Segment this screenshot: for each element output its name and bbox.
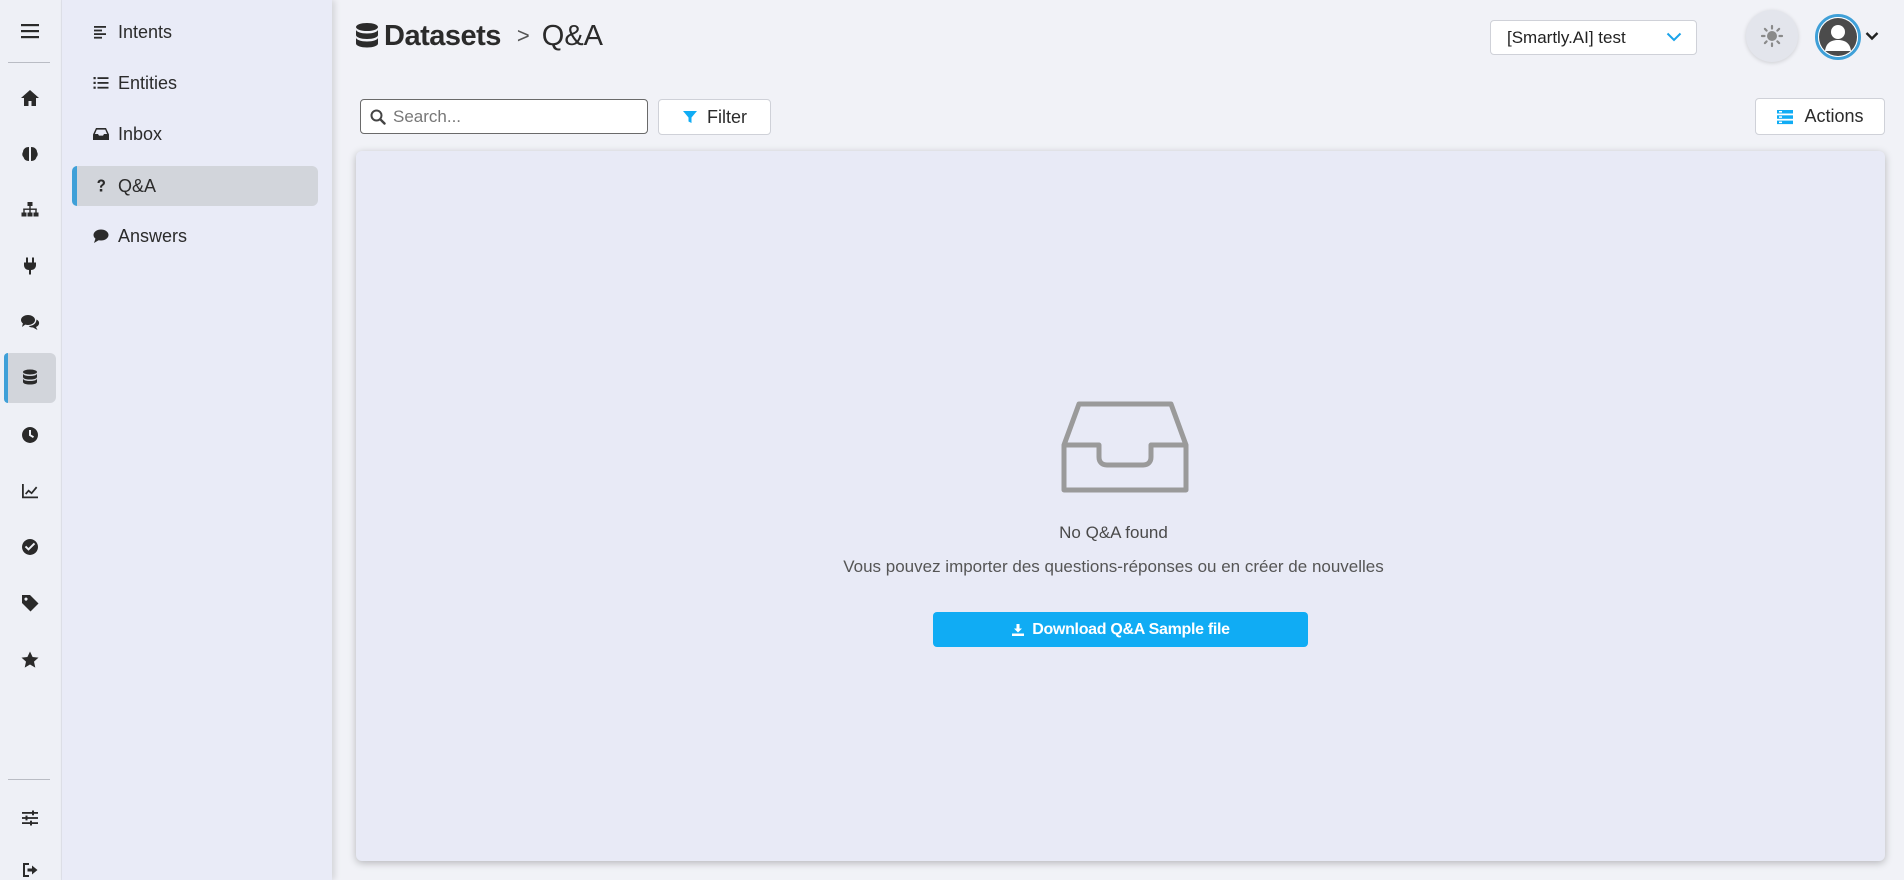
qa-list-panel: No Q&A found Vous pouvez importer des qu… [356,151,1885,861]
sidebar-item-label: Answers [118,225,188,246]
sidebar-item-label: Intents [118,21,173,42]
clock-icon [22,427,39,443]
sliders-icon [22,810,38,826]
nav-analytics[interactable] [4,466,56,516]
datasets-sidebar: Intents Entities Inbox Q&A Answers [62,0,332,880]
filter-button-label: Filter [707,106,747,127]
actions-button[interactable]: Actions [1755,98,1885,135]
search-icon [370,109,386,125]
sidebar-item-entities[interactable]: Entities [72,63,318,103]
rail-divider [8,779,50,780]
align-left-icon [94,26,106,39]
search-input[interactable] [393,106,633,127]
home-icon [21,90,39,106]
rail-divider [8,62,50,63]
chart-line-icon [22,484,38,499]
chevron-down-icon [1666,32,1682,42]
nav-favorites[interactable] [4,635,56,685]
brain-icon [22,147,38,161]
sidebar-item-label: Inbox [118,123,163,144]
sign-out-icon [23,863,38,877]
sitemap-icon [21,202,39,217]
list-icon [93,77,109,89]
nav-home[interactable] [4,73,56,123]
actions-icon [1777,109,1794,124]
download-sample-button[interactable]: Download Q&A Sample file [933,612,1308,647]
sun-icon [1760,24,1784,48]
plug-icon [24,257,36,275]
nav-tags[interactable] [4,578,56,628]
nav-flows[interactable] [4,185,56,235]
tag-icon [22,595,39,612]
avatar[interactable] [1815,14,1861,60]
icon-rail [0,0,62,880]
database-icon [354,21,384,51]
sidebar-item-label: Q&A [118,175,157,196]
nav-validation[interactable] [4,522,56,572]
download-icon [1012,623,1025,636]
sidebar-item-qa[interactable]: Q&A [72,166,318,206]
empty-state-subtitle: Vous pouvez importer des questions-répon… [843,557,1384,576]
nav-brain[interactable] [4,129,56,179]
breadcrumb-section[interactable]: Datasets [384,20,501,53]
menu-button[interactable] [4,6,56,56]
project-select-value: [Smartly.AI] test [1507,27,1626,47]
sidebar-item-label: Entities [118,72,178,93]
nav-datasets[interactable] [4,353,56,403]
nav-history[interactable] [4,410,56,460]
chevron-down-icon[interactable] [1865,31,1879,41]
sidebar-item-intents[interactable]: Intents [72,12,318,52]
breadcrumb: Datasets > Q&A [354,16,603,56]
empty-state-title: No Q&A found [1059,523,1168,542]
star-icon [21,651,39,668]
theme-toggle-button[interactable] [1746,10,1798,62]
comments-icon [21,315,40,330]
project-select[interactable]: [Smartly.AI] test [1490,20,1697,55]
nav-conversations[interactable] [4,297,56,347]
menu-icon [21,24,39,39]
comment-icon [93,229,109,243]
question-icon [97,179,105,192]
sidebar-item-inbox[interactable]: Inbox [72,114,318,154]
inbox-tray-icon [1061,401,1189,493]
search-box[interactable] [360,99,648,134]
nav-integrations[interactable] [4,241,56,291]
filter-button[interactable]: Filter [658,99,771,135]
database-icon [23,369,37,385]
inbox-icon [93,128,109,140]
breadcrumb-separator: > [516,23,530,48]
download-sample-label: Download Q&A Sample file [1032,620,1230,638]
nav-settings[interactable] [4,793,56,843]
nav-logout[interactable] [4,845,56,880]
check-circle-icon [22,539,39,555]
sidebar-item-answers[interactable]: Answers [72,216,318,256]
user-avatar-icon [1818,17,1858,57]
page-title: Q&A [541,19,604,52]
filter-icon [683,111,697,123]
actions-button-label: Actions [1804,106,1864,126]
